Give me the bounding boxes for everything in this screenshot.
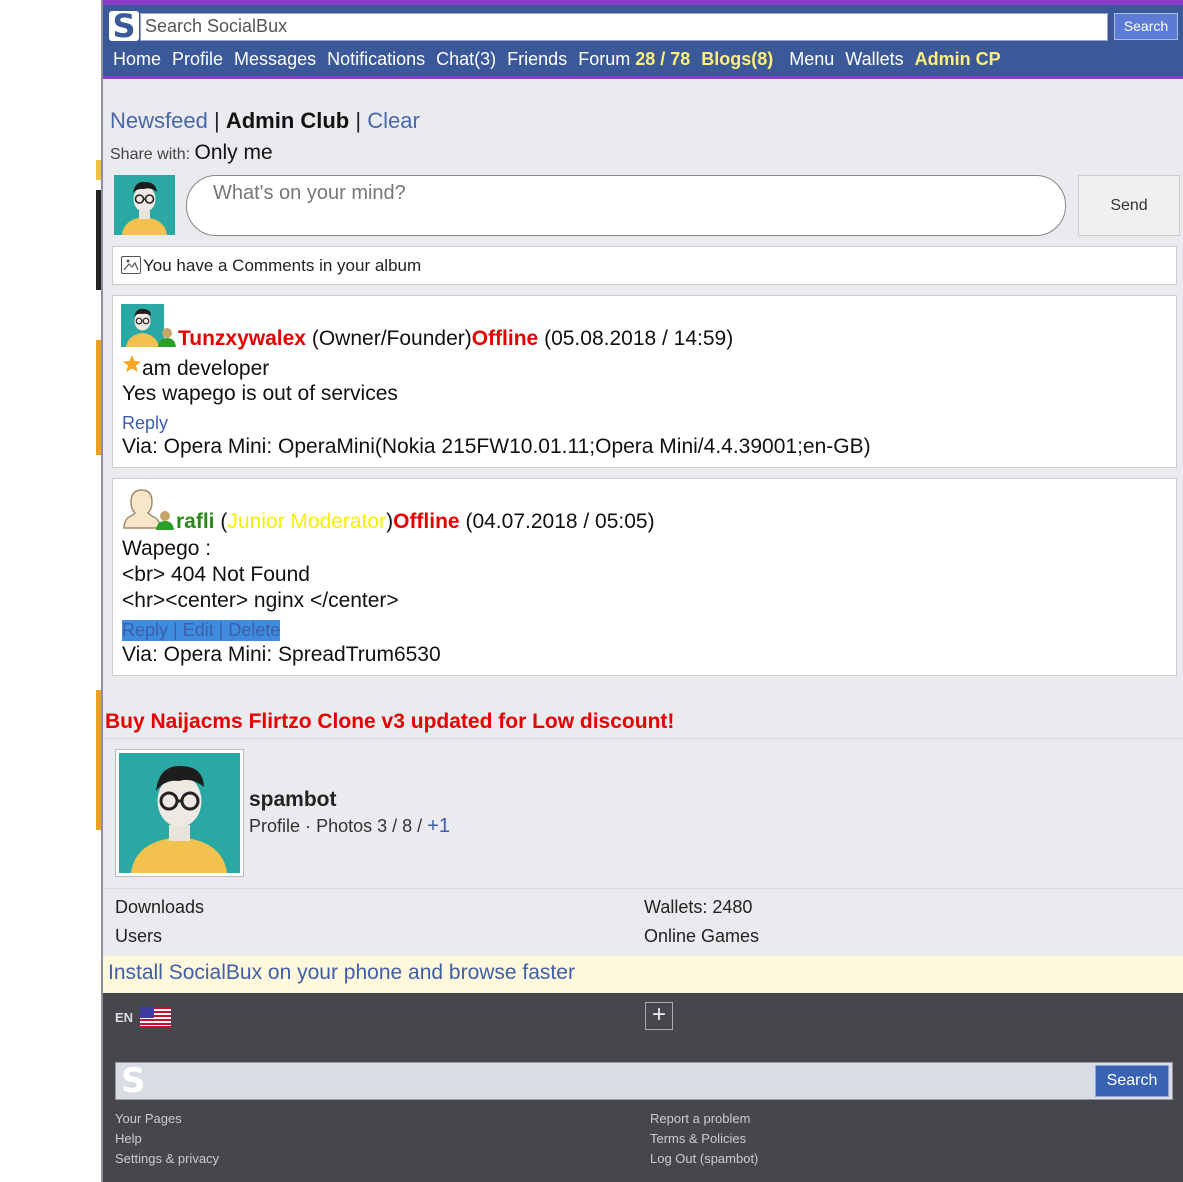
wallets-link[interactable]: Wallets: 2480 bbox=[644, 897, 752, 918]
my-avatar[interactable] bbox=[114, 175, 175, 235]
post-username[interactable]: rafli bbox=[176, 510, 215, 533]
notification-text: You have a Comments in your album bbox=[143, 256, 422, 275]
profile-card: spambot Profile · Photos 3 / 8 / +1 bbox=[103, 738, 1183, 888]
share-with: Share with: Only me bbox=[110, 141, 273, 165]
us-flag-icon bbox=[139, 1007, 171, 1031]
feed-breadcrumb: Newsfeed | Admin Club | Clear bbox=[110, 108, 420, 134]
post-via: Via: Opera Mini: OperaMini(Nokia 215FW10… bbox=[122, 435, 871, 458]
post-via: Via: Opera Mini: SpreadTrum6530 bbox=[122, 643, 441, 666]
nav-menu[interactable]: Menu bbox=[789, 49, 834, 73]
photos-link[interactable]: Photos 3 / 8 / bbox=[316, 816, 422, 836]
post-body-line: am developer bbox=[122, 355, 269, 381]
album-icon bbox=[121, 256, 141, 274]
nav-admin-cp[interactable]: Admin CP bbox=[915, 49, 1001, 73]
profile-avatar[interactable] bbox=[115, 749, 244, 877]
nav-forum[interactable]: Forum 28 / 78 bbox=[578, 49, 690, 73]
share-with-value[interactable]: Only me bbox=[195, 141, 273, 164]
reply-link[interactable]: Reply bbox=[122, 413, 168, 434]
clear-link[interactable]: Clear bbox=[367, 108, 420, 133]
users-link[interactable]: Users bbox=[115, 926, 162, 947]
profile-links: Profile · Photos 3 / 8 / +1 bbox=[249, 815, 450, 838]
status-input[interactable]: What's on your mind? bbox=[186, 175, 1066, 236]
add-language-button[interactable]: + bbox=[645, 1002, 673, 1030]
footer-logo: S bbox=[121, 1061, 146, 1101]
post-date: (05.08.2018 / 14:59) bbox=[544, 327, 734, 350]
page: { "header": { "logo_letter": "S", "searc… bbox=[0, 0, 1183, 1182]
separator: | bbox=[355, 108, 362, 133]
post-body-line: <hr><center> nginx </center> bbox=[122, 589, 399, 612]
post-body-line: Yes wapego is out of services bbox=[122, 382, 398, 405]
post-role: (Owner/Founder) bbox=[311, 327, 472, 350]
info-links: Downloads Users Wallets: 2480 Online Gam… bbox=[103, 888, 1183, 956]
online-user-icon bbox=[156, 327, 178, 347]
footer-search-button[interactable]: Search bbox=[1095, 1065, 1169, 1097]
post-status: Offline bbox=[393, 510, 460, 533]
post-body-line: <br> 404 Not Found bbox=[122, 563, 310, 586]
post-header: rafli (Junior Moderator)Offline (04.07.2… bbox=[122, 510, 655, 534]
profile-link[interactable]: Profile bbox=[249, 816, 300, 836]
post-username[interactable]: Tunzxywalex bbox=[178, 327, 306, 350]
newsfeed-link[interactable]: Newsfeed bbox=[110, 108, 208, 133]
background-window-strip bbox=[0, 0, 102, 1182]
logout-link[interactable]: Log Out (spambot) bbox=[650, 1151, 758, 1166]
report-problem-link[interactable]: Report a problem bbox=[650, 1111, 750, 1126]
search-input[interactable]: Search SocialBux bbox=[140, 13, 1108, 41]
dot-separator: · bbox=[305, 816, 312, 836]
language-selector[interactable]: EN bbox=[115, 1007, 171, 1031]
install-app-banner[interactable]: Install SocialBux on your phone and brow… bbox=[103, 956, 1183, 993]
socialbux-page: S Search SocialBux Search Home Profile M… bbox=[101, 0, 1183, 1182]
plus-one-link[interactable]: +1 bbox=[427, 815, 450, 837]
nav-forum-label: Forum bbox=[578, 49, 631, 69]
language-code: EN bbox=[115, 1010, 134, 1025]
nav-chat[interactable]: Chat(3) bbox=[436, 49, 496, 73]
search-button[interactable]: Search bbox=[1114, 13, 1178, 40]
online-games-link[interactable]: Online Games bbox=[644, 926, 759, 947]
nav-forum-count: 28 / 78 bbox=[635, 49, 691, 69]
downloads-link[interactable]: Downloads bbox=[115, 897, 204, 918]
socialbux-logo[interactable]: S bbox=[109, 10, 139, 42]
post-body-line: Wapego : bbox=[122, 537, 212, 560]
main-nav: Home Profile Messages Notifications Chat… bbox=[113, 49, 1012, 73]
settings-privacy-link[interactable]: Settings & privacy bbox=[115, 1151, 219, 1166]
feed-post: rafli (Junior Moderator)Offline (04.07.2… bbox=[112, 478, 1177, 676]
top-header: S Search SocialBux Search Home Profile M… bbox=[103, 0, 1183, 79]
terms-policies-link[interactable]: Terms & Policies bbox=[650, 1131, 746, 1146]
share-with-label: Share with: bbox=[110, 146, 191, 163]
nav-friends[interactable]: Friends bbox=[507, 49, 567, 73]
nav-blogs[interactable]: Blogs(8) bbox=[701, 49, 773, 73]
footer: EN + S Search Your Pages Help Settings &… bbox=[103, 993, 1183, 1182]
profile-username[interactable]: spambot bbox=[249, 788, 337, 812]
footer-search-bar[interactable]: S Search bbox=[115, 1062, 1173, 1100]
feed-post: Tunzxywalex (Owner/Founder)Offline (05.0… bbox=[112, 295, 1177, 468]
post-date: (04.07.2018 / 05:05) bbox=[465, 510, 655, 533]
nav-wallets[interactable]: Wallets bbox=[845, 49, 903, 73]
post-actions[interactable]: Reply | Edit | Delete bbox=[122, 620, 281, 641]
post-status: Offline bbox=[471, 327, 539, 350]
help-link[interactable]: Help bbox=[115, 1131, 142, 1146]
separator: | bbox=[213, 108, 220, 133]
star-icon bbox=[122, 355, 142, 373]
nav-notifications[interactable]: Notifications bbox=[327, 49, 425, 73]
post-role: Junior Moderator bbox=[227, 510, 387, 533]
post-header: Tunzxywalex (Owner/Founder)Offline (05.0… bbox=[122, 327, 733, 351]
send-button[interactable]: Send bbox=[1078, 175, 1180, 236]
nav-messages[interactable]: Messages bbox=[234, 49, 316, 73]
album-notification[interactable]: You have a Comments in your album bbox=[112, 246, 1177, 285]
nav-home[interactable]: Home bbox=[113, 49, 161, 73]
online-user-icon bbox=[154, 510, 176, 530]
post-text: am developer bbox=[142, 357, 270, 380]
your-pages-link[interactable]: Your Pages bbox=[115, 1111, 182, 1126]
promo-link[interactable]: Buy Naijacms Flirtzo Clone v3 updated fo… bbox=[105, 710, 674, 734]
club-title: Admin Club bbox=[225, 108, 350, 133]
nav-profile[interactable]: Profile bbox=[172, 49, 223, 73]
